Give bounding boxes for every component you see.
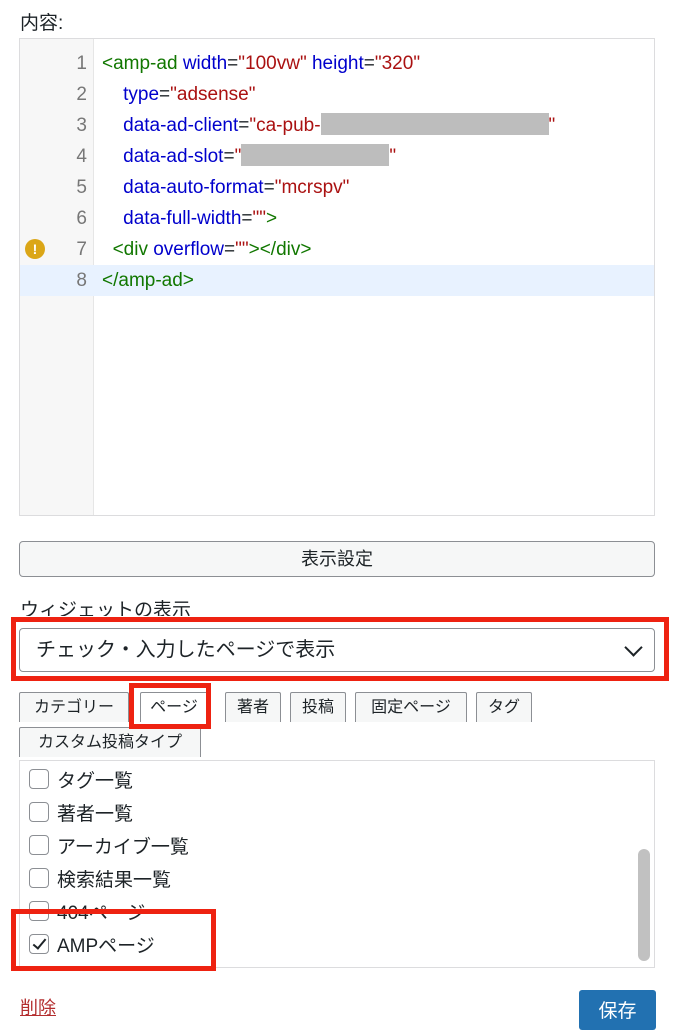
code-editor[interactable]: 1 <amp-ad width="100vw" height="320" 2 typ… bbox=[19, 38, 655, 516]
highlight-box-select bbox=[11, 617, 669, 681]
code-token: data-ad-slot bbox=[123, 146, 224, 167]
checkbox-label: タグ一覧 bbox=[57, 770, 134, 792]
tab-6[interactable]: カスタム投稿タイプ bbox=[19, 727, 201, 757]
code-token: "ca-pub- bbox=[249, 115, 321, 136]
highlight-box-page-tab bbox=[129, 683, 211, 729]
code-line[interactable]: 1 <amp-ad width="100vw" height="320" bbox=[20, 48, 654, 79]
save-button[interactable]: 保存 bbox=[579, 990, 656, 1030]
code-token: = bbox=[363, 53, 375, 74]
code-token: overflow bbox=[153, 239, 224, 260]
code-token: = bbox=[238, 115, 250, 136]
code-token: height bbox=[311, 53, 364, 74]
code-token: " bbox=[389, 146, 397, 167]
code-line[interactable]: 6 data-full-width=""> bbox=[20, 203, 654, 234]
code-token: data-ad-client bbox=[123, 115, 239, 136]
content-label: 内容: bbox=[20, 13, 64, 34]
checkbox[interactable] bbox=[29, 868, 49, 888]
code-token: <amp-ad bbox=[102, 53, 178, 74]
code-text: <amp-ad width="100vw" height="320" bbox=[102, 48, 420, 79]
code-token: " bbox=[548, 115, 556, 136]
line-number: 8 bbox=[76, 270, 87, 291]
code-token: = bbox=[159, 84, 171, 105]
code-line[interactable]: 5 data-auto-format="mcrspv" bbox=[20, 172, 654, 203]
code-token: = bbox=[241, 208, 253, 229]
code-line[interactable]: 2 type="adsense" bbox=[20, 79, 654, 110]
tab-3[interactable]: 投稿 bbox=[290, 692, 346, 722]
checkbox-item[interactable]: 検索結果一覧 bbox=[29, 863, 171, 893]
code-text: data-ad-client="ca-pub- " bbox=[102, 110, 555, 141]
code-text: data-ad-slot=" " bbox=[102, 141, 396, 172]
code-text: <div overflow=""></div> bbox=[102, 234, 312, 265]
code-token: > bbox=[266, 208, 278, 229]
delete-link[interactable]: 削除 bbox=[20, 994, 56, 1020]
code-text: type="adsense" bbox=[102, 79, 255, 110]
code-token: data-full-width bbox=[123, 208, 242, 229]
line-number: 7 bbox=[76, 239, 87, 260]
code-token: "320" bbox=[374, 53, 421, 74]
code-token: " bbox=[234, 146, 242, 167]
line-number: 1 bbox=[76, 53, 87, 74]
code-token: </amp-ad> bbox=[102, 270, 194, 291]
widget-display-label: ウィジェットの表示 bbox=[20, 600, 192, 616]
code-token: <div bbox=[112, 239, 148, 260]
code-token: = bbox=[223, 146, 235, 167]
code-token: = bbox=[223, 239, 236, 260]
code-line[interactable]: 8 </amp-ad> bbox=[20, 265, 654, 296]
checkbox[interactable] bbox=[29, 835, 49, 855]
code-line[interactable]: 4 data-ad-slot=" " bbox=[20, 141, 654, 172]
checkbox[interactable] bbox=[29, 802, 49, 822]
tab-5[interactable]: タグ bbox=[476, 692, 532, 722]
line-number: 2 bbox=[76, 84, 87, 105]
line-number: 3 bbox=[76, 115, 87, 136]
redacted-value bbox=[320, 113, 549, 135]
redacted-value bbox=[241, 144, 390, 166]
code-token: width bbox=[182, 53, 228, 74]
code-token: type bbox=[123, 84, 160, 105]
scrollbar-thumb[interactable] bbox=[638, 849, 650, 961]
checkbox-item[interactable]: タグ一覧 bbox=[29, 764, 133, 794]
tab-2[interactable]: 著者 bbox=[225, 692, 281, 722]
code-line[interactable]: ! 7 <div overflow=""></div> bbox=[20, 234, 654, 265]
code-text: data-full-width=""> bbox=[102, 203, 277, 234]
checkbox-label: 著者一覧 bbox=[57, 803, 134, 825]
code-token: "" bbox=[252, 208, 267, 229]
display-settings-button[interactable]: 表示設定 bbox=[19, 541, 655, 577]
code-token: "mcrspv" bbox=[274, 177, 350, 198]
highlight-box-amp bbox=[11, 909, 216, 971]
checkbox-item[interactable]: アーカイブ一覧 bbox=[29, 830, 189, 860]
code-token: = bbox=[227, 53, 239, 74]
line-number: 4 bbox=[76, 146, 87, 167]
code-line[interactable]: 3 data-ad-client="ca-pub- " bbox=[20, 110, 654, 141]
line-number: 5 bbox=[76, 177, 87, 198]
checkbox[interactable] bbox=[29, 769, 49, 789]
code-text: </amp-ad> bbox=[102, 265, 194, 296]
checkbox-label: アーカイブ一覧 bbox=[57, 836, 189, 858]
code-token: "100vw" bbox=[238, 53, 307, 74]
code-token: = bbox=[263, 177, 275, 198]
checkbox-label: 検索結果一覧 bbox=[57, 869, 172, 891]
checkbox-item[interactable]: 著者一覧 bbox=[29, 797, 133, 827]
line-number: 6 bbox=[76, 208, 87, 229]
code-token: ></div> bbox=[248, 239, 312, 260]
code-text: data-auto-format="mcrspv" bbox=[102, 172, 349, 203]
tab-4[interactable]: 固定ページ bbox=[355, 692, 467, 722]
code-token: "adsense" bbox=[170, 84, 256, 105]
tab-0[interactable]: カテゴリー bbox=[19, 692, 129, 722]
code-token: data-auto-format bbox=[123, 177, 264, 198]
code-token: "" bbox=[235, 239, 249, 260]
scrollbar[interactable] bbox=[638, 761, 650, 967]
